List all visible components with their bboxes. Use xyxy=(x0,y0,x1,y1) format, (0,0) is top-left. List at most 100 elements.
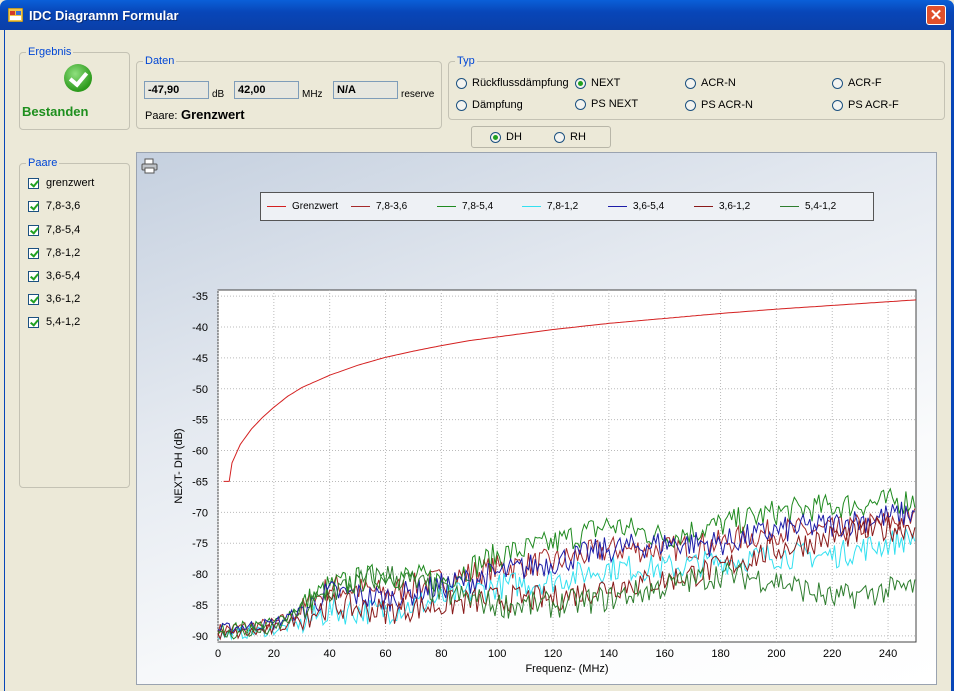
x-tick-label: 220 xyxy=(823,648,841,660)
legend-item-3-6-1-2: 3,6-1,2 xyxy=(694,201,750,212)
paare-legend: Paare xyxy=(28,157,58,169)
checkbox-3-6-1-2[interactable]: 3,6-1,2 xyxy=(28,293,80,305)
x-tick-label: 160 xyxy=(656,648,674,660)
radio-dot xyxy=(456,99,467,111)
y-tick-label: -65 xyxy=(192,476,208,488)
radio-acr-n[interactable]: ACR-N xyxy=(685,77,736,89)
radio-label: PS ACR-F xyxy=(848,99,899,111)
checkbox-box xyxy=(28,316,39,328)
mhz-value-field[interactable]: 42,00 xyxy=(234,81,299,99)
checkbox-box xyxy=(28,200,39,212)
legend-label: 3,6-5,4 xyxy=(633,201,665,212)
checkbox-grenzwert[interactable]: grenzwert xyxy=(28,177,94,189)
radio-dot xyxy=(575,77,586,89)
db-value-field[interactable]: -47,90 xyxy=(144,81,209,99)
x-tick-label: 0 xyxy=(215,648,221,660)
app-icon xyxy=(8,8,23,22)
legend-swatch xyxy=(267,206,286,207)
x-tick-label: 80 xyxy=(435,648,447,660)
x-tick-label: 240 xyxy=(879,648,897,660)
checkbox-7-8-1-2[interactable]: 7,8-1,2 xyxy=(28,247,80,259)
x-tick-label: 120 xyxy=(544,648,562,660)
radio-label: ACR-F xyxy=(848,77,882,89)
legend-swatch xyxy=(608,206,627,207)
radio-dot xyxy=(456,77,467,89)
x-tick-label: 200 xyxy=(767,648,785,660)
typ-legend: Typ xyxy=(457,55,475,67)
legend-label: 5,4-1,2 xyxy=(805,201,837,212)
legend-swatch xyxy=(437,206,456,207)
radio-label: PS NEXT xyxy=(591,98,639,110)
chart-legend: Grenzwert 7,8-3,6 7,8-5,4 7,8-1,2 3,6-5,… xyxy=(260,192,874,221)
legend-item-5-4-1-2: 5,4-1,2 xyxy=(780,201,836,212)
x-tick-label: 40 xyxy=(324,648,336,660)
y-tick-label: -60 xyxy=(192,446,208,458)
reserve-value-field[interactable]: N/A xyxy=(333,81,398,99)
checkbox-7-8-3-6[interactable]: 7,8-3,6 xyxy=(28,200,80,212)
window-title: IDC Diagramm Formular xyxy=(29,8,179,23)
close-button[interactable]: ✕ xyxy=(926,5,946,25)
radio-dot xyxy=(832,99,843,111)
radio-next[interactable]: NEXT xyxy=(575,77,620,89)
radio-dot xyxy=(685,99,696,111)
legend-label: 7,8-3,6 xyxy=(376,201,408,212)
checkbox-label: 5,4-1,2 xyxy=(46,316,81,328)
result-status: Bestanden xyxy=(22,104,89,119)
paare-value: Grenzwert xyxy=(181,107,245,122)
x-tick-label: 60 xyxy=(379,648,391,660)
checkbox-7-8-5-4[interactable]: 7,8-5,4 xyxy=(28,224,80,236)
y-tick-label: -90 xyxy=(192,631,208,643)
legend-swatch xyxy=(780,206,799,207)
legend-item-7-8-5-4: 7,8-5,4 xyxy=(437,201,493,212)
radio-label: Rückflussdämpfung xyxy=(472,77,569,89)
x-axis-label: Frequenz- (MHz) xyxy=(525,663,608,675)
close-icon: ✕ xyxy=(929,7,943,24)
legend-item-3-6-5-4: 3,6-5,4 xyxy=(608,201,664,212)
x-tick-label: 180 xyxy=(711,648,729,660)
checkbox-label: 7,8-5,4 xyxy=(46,224,81,236)
radio-dot xyxy=(554,131,565,143)
radio-dot xyxy=(685,77,696,89)
radio-ps-acr-f[interactable]: PS ACR-F xyxy=(832,99,899,111)
plot-area xyxy=(217,289,917,643)
radio-ps-acr-n[interactable]: PS ACR-N xyxy=(685,99,753,111)
radio-rueckflussdaempfung[interactable]: Rückflussdämpfung xyxy=(456,77,569,89)
radio-dot xyxy=(490,131,501,143)
checkbox-5-4-1-2[interactable]: 5,4-1,2 xyxy=(28,316,80,328)
y-tick-label: -80 xyxy=(192,569,208,581)
checkbox-3-6-5-4[interactable]: 3,6-5,4 xyxy=(28,270,80,282)
x-tick-label: 20 xyxy=(268,648,280,660)
printer-icon[interactable] xyxy=(141,158,158,174)
checkbox-label: 7,8-3,6 xyxy=(46,200,81,212)
y-tick-label: -75 xyxy=(192,538,208,550)
radio-dot xyxy=(832,77,843,89)
radio-label: DH xyxy=(506,131,522,143)
y-tick-label: -40 xyxy=(192,322,208,334)
radio-rh[interactable]: RH xyxy=(554,131,586,143)
x-tick-label: 140 xyxy=(600,648,618,660)
mhz-unit-label: MHz xyxy=(302,89,323,100)
checkbox-label: 7,8-1,2 xyxy=(46,247,81,259)
y-tick-label: -35 xyxy=(192,291,208,303)
radio-dh[interactable]: DH xyxy=(490,131,522,143)
radio-daempfung[interactable]: Dämpfung xyxy=(456,99,523,111)
title-bar: IDC Diagramm Formular ✕ xyxy=(0,0,954,30)
checkbox-box xyxy=(28,293,39,305)
radio-ps-next[interactable]: PS NEXT xyxy=(575,98,638,110)
radio-acr-f[interactable]: ACR-F xyxy=(832,77,882,89)
reserve-label: reserve xyxy=(401,89,435,100)
legend-label: 7,8-1,2 xyxy=(547,201,579,212)
y-tick-label: -70 xyxy=(192,507,208,519)
legend-swatch xyxy=(522,206,541,207)
legend-item-7-8-1-2: 7,8-1,2 xyxy=(522,201,578,212)
ergebnis-legend: Ergebnis xyxy=(28,46,72,58)
radio-label: RH xyxy=(570,131,586,143)
radio-dot xyxy=(575,98,586,110)
radio-label: ACR-N xyxy=(701,77,736,89)
checkbox-box xyxy=(28,177,39,189)
checkbox-label: 3,6-5,4 xyxy=(46,270,81,282)
y-tick-label: -55 xyxy=(192,415,208,427)
legend-item-grenzwert: Grenzwert xyxy=(267,201,338,212)
legend-label: 7,8-5,4 xyxy=(462,201,494,212)
checkmark-icon xyxy=(64,64,92,92)
